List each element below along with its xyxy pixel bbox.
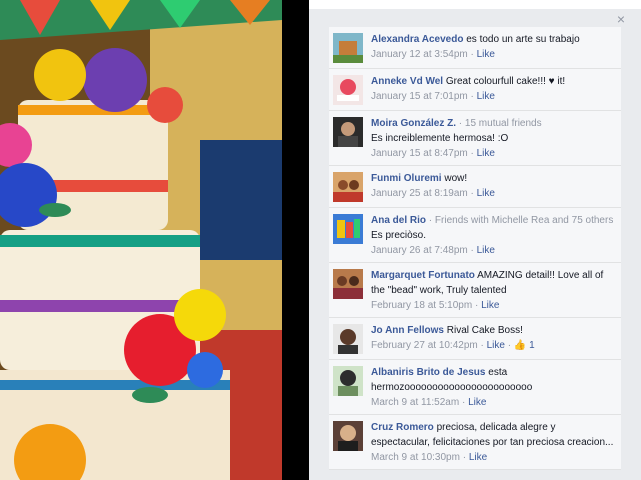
comment-timestamp[interactable]: January 26 at 7:48pm [371, 245, 468, 256]
avatar[interactable] [333, 214, 363, 244]
like-link[interactable]: Like [477, 188, 495, 199]
comment-timestamp[interactable]: March 9 at 10:30pm [371, 452, 460, 463]
like-link[interactable]: Like [481, 300, 499, 311]
comment-body: wow! [444, 173, 468, 184]
comment-body: Es preciòso. [371, 230, 427, 241]
commenter-name[interactable]: Funmi Oluremi [371, 173, 442, 184]
comment-list: Alexandra Acevedo es todo un arte su tra… [309, 27, 641, 470]
comment-body: es todo un arte su trabajo [466, 34, 580, 45]
like-link[interactable]: Like [477, 148, 495, 159]
comment-item: Cruz Romero preciosa, delicada alegre y … [329, 415, 621, 470]
commenter-name[interactable]: Cruz Romero [371, 422, 434, 433]
comment-item: Alexandra Acevedo es todo un arte su tra… [329, 27, 621, 69]
avatar[interactable] [333, 75, 363, 105]
comment-timestamp[interactable]: January 12 at 3:54pm [371, 49, 468, 60]
like-count[interactable]: 1 [529, 340, 535, 351]
avatar[interactable] [333, 366, 363, 396]
comment-body: Great colourfull cake!!! ♥ it! [445, 76, 566, 87]
avatar[interactable] [333, 117, 363, 147]
comment-timestamp[interactable]: February 27 at 10:42pm [371, 340, 478, 351]
comment-timestamp[interactable]: January 15 at 7:01pm [371, 91, 468, 102]
comment-item: Margarquet Fortunato AMAZING detail!! Lo… [329, 263, 621, 318]
like-link[interactable]: Like [468, 397, 486, 408]
sidebar-top-strip [309, 0, 641, 9]
like-link[interactable]: Like [469, 452, 487, 463]
commenter-name[interactable]: Alexandra Acevedo [371, 34, 463, 45]
commenter-name[interactable]: Anneke Vd Wel [371, 76, 443, 87]
close-icon[interactable]: × [615, 12, 627, 26]
cake-illustration [0, 0, 282, 480]
avatar[interactable] [333, 324, 363, 354]
comment-timestamp[interactable]: January 25 at 8:19am [371, 188, 468, 199]
comment-item: Jo Ann Fellows Rival Cake Boss! February… [329, 318, 621, 360]
mutual-friends: · 15 mutual friends [458, 118, 542, 129]
commenter-name[interactable]: Moira González Z. [371, 118, 456, 129]
mutual-friends: · Friends with Michelle Rea and 75 other… [428, 215, 614, 226]
like-link[interactable]: Like [487, 340, 505, 351]
comment-timestamp[interactable]: March 9 at 11:52am [371, 397, 459, 408]
comment-body: Rival Cake Boss! [446, 325, 523, 336]
cake-photo [0, 0, 282, 480]
comments-sidebar: × Alexandra Acevedo es todo un arte su t… [309, 0, 641, 480]
comment-item: Anneke Vd Wel Great colourfull cake!!! ♥… [329, 69, 621, 111]
comment-item: Moira González Z. · 15 mutual friends Es… [329, 111, 621, 166]
like-link[interactable]: Like [477, 245, 495, 256]
like-link[interactable]: Like [477, 91, 495, 102]
thumbs-up-icon[interactable]: 👍 [514, 338, 526, 353]
avatar[interactable] [333, 421, 363, 451]
avatar[interactable] [333, 33, 363, 63]
avatar[interactable] [333, 269, 363, 299]
comment-item: Funmi Oluremi wow! January 25 at 8:19am … [329, 166, 621, 208]
comment-timestamp[interactable]: January 15 at 8:47pm [371, 148, 468, 159]
comment-timestamp[interactable]: February 18 at 5:10pm [371, 300, 472, 311]
like-link[interactable]: Like [477, 49, 495, 60]
comment-item: Ana del Rio · Friends with Michelle Rea … [329, 208, 621, 263]
commenter-name[interactable]: Albaniris Brito de Jesus [371, 367, 485, 378]
comment-item: Albaniris Brito de Jesus esta hermozoooo… [329, 360, 621, 415]
commenter-name[interactable]: Margarquet Fortunato [371, 270, 475, 281]
comment-body: Es increiblemente hermosa! :O [371, 133, 509, 144]
avatar[interactable] [333, 172, 363, 202]
commenter-name[interactable]: Ana del Rio [371, 215, 426, 226]
commenter-name[interactable]: Jo Ann Fellows [371, 325, 444, 336]
